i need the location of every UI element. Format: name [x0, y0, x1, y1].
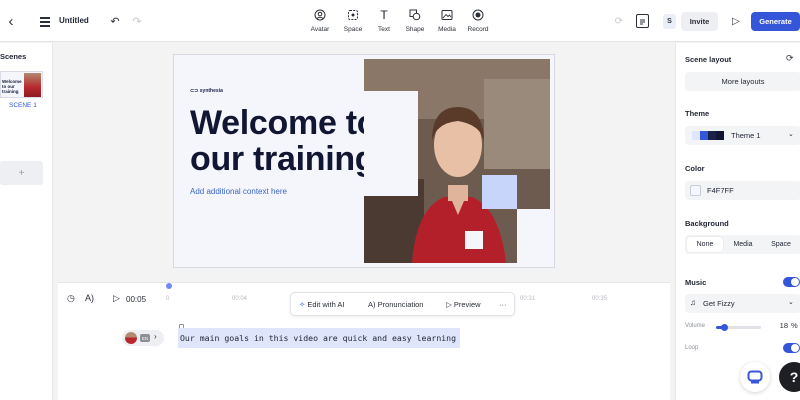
- back-arrow-icon[interactable]: ‹: [4, 12, 18, 30]
- chevron-down-icon: ⌄: [788, 299, 794, 306]
- volume-slider-knob[interactable]: [721, 324, 729, 331]
- theme-title: Theme: [685, 109, 710, 118]
- scene-thumbnail-title: Welcome to our training: [2, 79, 22, 94]
- decorative-block: [364, 91, 418, 196]
- speaker-selector[interactable]: EN ›: [122, 330, 164, 346]
- avatar-icon: [314, 8, 326, 22]
- invite-button[interactable]: Invite: [681, 12, 718, 31]
- theme-swatch: [692, 131, 700, 140]
- decorative-block: [517, 209, 554, 267]
- text-icon: T: [380, 8, 388, 22]
- play-icon[interactable]: ▷: [729, 14, 743, 28]
- color-title: Color: [685, 164, 705, 173]
- script-text[interactable]: Our main goals in this video are quick a…: [178, 328, 460, 348]
- tool-space[interactable]: Space: [342, 8, 364, 36]
- background-option-none[interactable]: None: [687, 237, 723, 252]
- space-icon: [347, 8, 359, 22]
- timeline-panel: ◷ A) ▷ 00:05 0 00:04 00:31 00:35 ✧ Edit …: [58, 282, 670, 400]
- generate-button[interactable]: Generate: [751, 12, 800, 31]
- shape-icon: [409, 8, 421, 22]
- music-track-select[interactable]: ♫ Get Fizzy ⌄: [685, 294, 800, 313]
- edit-with-ai-button[interactable]: ✧ Edit with AI: [299, 300, 345, 309]
- undo-icon[interactable]: ↶: [108, 13, 122, 29]
- timeline-tick: 00:31: [520, 296, 536, 302]
- scene-label[interactable]: SCENE 1: [9, 102, 37, 109]
- script-toolbar: ✧ Edit with AI A) Pronunciation ▷ Previe…: [290, 292, 515, 316]
- theme-name: Theme 1: [731, 131, 761, 140]
- chat-icon: [747, 370, 763, 384]
- voice-icon[interactable]: A): [85, 293, 94, 303]
- theme-swatch: [716, 131, 724, 140]
- top-bar: ‹ Untitled ↶ ↷ Avatar Space T Text Shape…: [0, 0, 800, 42]
- volume-unit: %: [791, 321, 798, 330]
- chat-button[interactable]: [740, 362, 770, 392]
- chevron-right-icon: ›: [154, 332, 157, 341]
- current-time: 00:05: [126, 295, 147, 304]
- scenes-panel: Scenes Welcome to our training SCENE 1 +: [0, 43, 53, 400]
- loop-toggle[interactable]: [783, 343, 800, 353]
- theme-select[interactable]: Theme 1 ⌄: [685, 126, 800, 145]
- tool-avatar[interactable]: Avatar: [309, 8, 331, 36]
- record-icon: [472, 8, 484, 22]
- sync-icon: ⟳: [614, 15, 624, 27]
- timeline-tick: 0: [166, 296, 170, 302]
- notes-icon[interactable]: [636, 14, 649, 28]
- background-option-media[interactable]: Media: [725, 237, 761, 252]
- scene-thumbnail[interactable]: Welcome to our training: [0, 71, 43, 98]
- decorative-block: [482, 175, 517, 209]
- background-title: Background: [685, 219, 729, 228]
- preview-play-icon: ▷: [446, 300, 452, 309]
- pronunciation-button[interactable]: A) Pronunciation: [368, 300, 423, 309]
- background-option-space[interactable]: Space: [763, 237, 799, 252]
- scene-thumbnail-avatar: [24, 73, 41, 97]
- add-scene-button[interactable]: +: [0, 161, 43, 185]
- music-title: Music: [685, 278, 707, 287]
- timeline-tick: 00:35: [592, 296, 608, 302]
- tool-record[interactable]: Record: [467, 8, 489, 36]
- color-swatch: [690, 185, 701, 196]
- theme-swatch: [708, 131, 716, 140]
- more-layouts-button[interactable]: More layouts: [685, 72, 800, 91]
- tool-media[interactable]: Media: [436, 8, 458, 36]
- timeline-tick: 00:04: [232, 296, 248, 302]
- redo-icon[interactable]: ↷: [130, 13, 144, 29]
- volume-label: Volume: [685, 323, 706, 329]
- user-avatar[interactable]: S: [663, 14, 676, 29]
- refresh-icon[interactable]: ⟳: [786, 53, 794, 64]
- speaker-language: EN: [140, 334, 150, 342]
- pronunciation-icon: A): [368, 300, 376, 309]
- tool-shape[interactable]: Shape: [404, 8, 426, 36]
- media-icon: [441, 8, 453, 22]
- tool-text[interactable]: T Text: [373, 8, 395, 36]
- speaker-avatar: [125, 332, 137, 344]
- scenes-title: Scenes: [0, 52, 27, 61]
- music-note-icon: ♫: [690, 298, 696, 307]
- clock-icon[interactable]: ◷: [67, 293, 75, 304]
- color-value: F4F7FF: [707, 186, 734, 195]
- volume-slider[interactable]: [716, 324, 761, 331]
- brand-logo: ⊂⊃ synthesia: [190, 88, 223, 94]
- timeline-play-icon[interactable]: ▷: [113, 293, 120, 304]
- more-options-button[interactable]: ···: [499, 300, 507, 309]
- scene-layout-title: Scene layout: [685, 55, 732, 64]
- scene-canvas[interactable]: ⊂⊃ synthesia Welcome to our training Add…: [173, 54, 555, 268]
- decorative-block: [465, 231, 483, 249]
- volume-value[interactable]: 18: [766, 321, 788, 330]
- preview-button[interactable]: ▷ Preview: [446, 300, 481, 309]
- canvas-subline[interactable]: Add additional context here: [190, 187, 287, 196]
- properties-panel: Scene layout ⟳ More layouts Theme Theme …: [675, 43, 800, 400]
- project-title[interactable]: Untitled: [59, 16, 89, 25]
- menu-icon[interactable]: [38, 14, 52, 28]
- music-track-name: Get Fizzy: [703, 299, 735, 308]
- color-field[interactable]: F4F7FF: [685, 181, 800, 200]
- music-toggle[interactable]: [783, 277, 800, 287]
- loop-label: Loop: [685, 345, 699, 351]
- sparkle-icon: ✧: [299, 300, 306, 309]
- chevron-down-icon: ⌄: [788, 131, 794, 138]
- playhead[interactable]: [166, 283, 172, 289]
- background-segmented-control: None Media Space: [685, 235, 800, 254]
- theme-swatch: [700, 131, 708, 140]
